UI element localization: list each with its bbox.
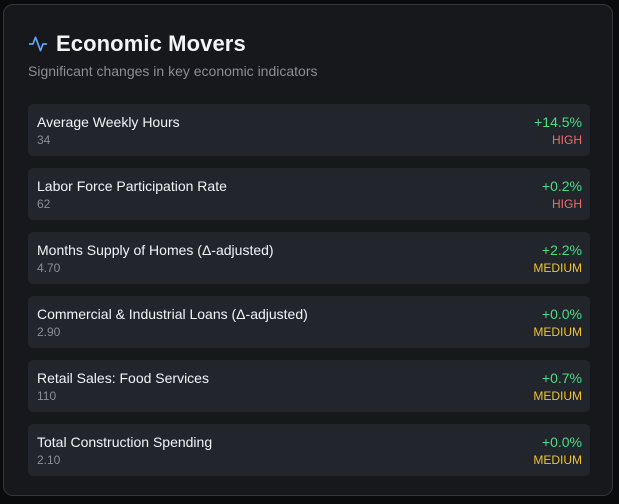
change-percent: +0.2% [541, 178, 582, 194]
card-header: Economic Movers Significant changes in k… [28, 29, 588, 79]
mover-row[interactable]: Average Weekly Hours 34 +14.5% HIGH [28, 104, 590, 156]
change-percent: +0.0% [541, 434, 582, 450]
significance-badge: MEDIUM [533, 453, 582, 467]
mover-row[interactable]: Labor Force Participation Rate 62 +0.2% … [28, 168, 590, 220]
mover-row[interactable]: Commercial & Industrial Loans (Δ-adjuste… [28, 296, 590, 348]
indicator-value: 2.90 [37, 325, 61, 339]
significance-badge: HIGH [552, 197, 582, 211]
economic-movers-card: Economic Movers Significant changes in k… [3, 4, 613, 496]
change-percent: +2.2% [541, 242, 582, 258]
card-title: Economic Movers [56, 31, 246, 56]
mover-row[interactable]: Total Construction Spending 2.10 +0.0% M… [28, 424, 590, 476]
title-row: Economic Movers [28, 29, 588, 59]
indicator-value: 2.10 [37, 453, 61, 467]
movers-list: Average Weekly Hours 34 +14.5% HIGH Labo… [28, 104, 590, 488]
card-subtitle: Significant changes in key economic indi… [28, 63, 318, 79]
indicator-name: Labor Force Participation Rate [37, 178, 227, 194]
indicator-name: Months Supply of Homes (Δ-adjusted) [37, 242, 274, 258]
indicator-value: 110 [37, 389, 57, 403]
indicator-name: Total Construction Spending [37, 434, 213, 450]
indicator-value: 34 [37, 133, 51, 147]
indicator-name: Average Weekly Hours [37, 114, 180, 130]
indicator-value: 62 [37, 197, 51, 211]
change-percent: +0.7% [541, 370, 582, 386]
mover-row[interactable]: Retail Sales: Food Services 110 +0.7% ME… [28, 360, 590, 412]
indicator-value: 4.70 [37, 261, 61, 275]
significance-badge: HIGH [552, 133, 582, 147]
activity-pulse-icon [28, 34, 48, 54]
change-percent: +14.5% [534, 114, 582, 130]
mover-row[interactable]: Months Supply of Homes (Δ-adjusted) 4.70… [28, 232, 590, 284]
significance-badge: MEDIUM [533, 389, 582, 403]
significance-badge: MEDIUM [533, 325, 582, 339]
indicator-name: Retail Sales: Food Services [37, 370, 209, 386]
significance-badge: MEDIUM [533, 261, 582, 275]
change-percent: +0.0% [541, 306, 582, 322]
indicator-name: Commercial & Industrial Loans (Δ-adjuste… [37, 306, 308, 322]
